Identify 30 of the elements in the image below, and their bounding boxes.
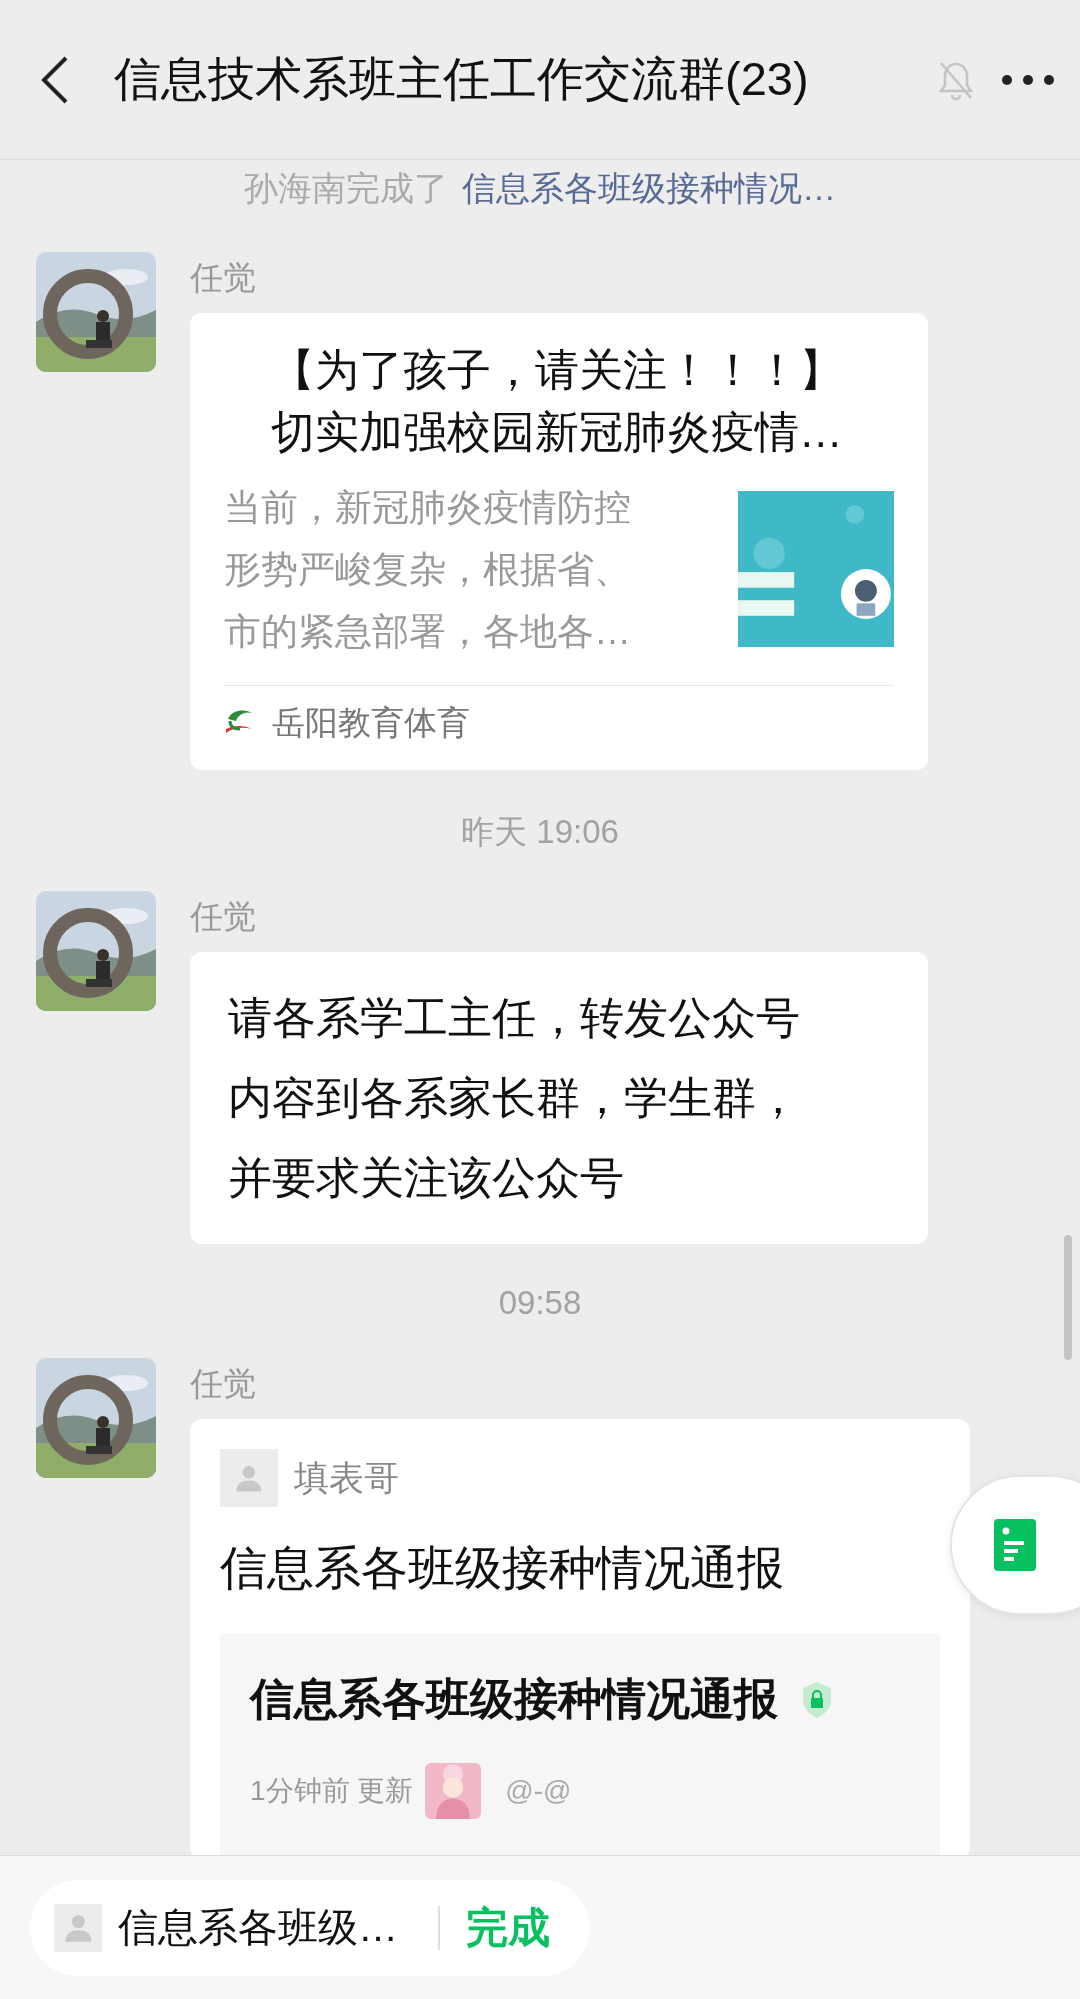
timestamp: 09:58 [498, 1284, 582, 1322]
quote-pill[interactable]: 信息系各班级… 完成 [30, 1879, 590, 1976]
user-name: @-@ [505, 1775, 572, 1807]
sender-name: 任觉 [190, 1364, 256, 1404]
back-icon[interactable] [40, 54, 70, 105]
source-name: 岳阳教育体育 [272, 702, 470, 743]
form-card[interactable]: 填表哥 信息系各班级接种情况通报 信息系各班级接种情况通报 1分钟前 更新 @-@ [190, 1419, 970, 1855]
article-card[interactable]: 【为了孩子，请关注！！！】切实加强校园新冠肺炎疫情… 当前，新冠肺炎疫情防控形势严峻复杂，根据省、市的紧急部署，各地各… 岳阳教育体育 [190, 313, 928, 770]
form-preview[interactable]: 信息系各班级接种情况通报 1分钟前 更新 @-@ [220, 1634, 940, 1855]
person-icon [235, 1464, 263, 1492]
sender-name: 任觉 [190, 258, 256, 298]
article-summary: 当前，新冠肺炎疫情防控形势严峻复杂，根据省、市的紧急部署，各地各… [224, 486, 632, 654]
chat-title: 信息技术系班主任工作交流群(23) [114, 51, 810, 107]
shield-lock-icon [800, 1679, 834, 1720]
timestamp: 昨天 19:06 [461, 812, 619, 852]
message-bubble: 请各系学工主任，转发公众号内容到各系家长群，学生群，并要求关注该公众号 [190, 952, 928, 1244]
document-icon [994, 1519, 1036, 1571]
form-title: 信息系各班级接种情况通报 [220, 1540, 785, 1596]
update-time: 1分钟前 更新 [250, 1774, 414, 1808]
form-preview-title: 信息系各班级接种情况通报 [250, 1673, 778, 1725]
notice-link[interactable]: 信息系各班级接种情况… [462, 166, 836, 212]
notice-text: 孙海南完成了 [244, 168, 448, 209]
quote-text: 信息系各班级… [118, 1904, 398, 1951]
sender-name: 任觉 [190, 897, 256, 937]
author-name: 填表哥 [294, 1456, 399, 1499]
scrollbar[interactable] [1064, 1235, 1072, 1360]
more-icon[interactable] [1000, 72, 1056, 87]
article-title: 【为了孩子，请关注！！！】切实加强校园新冠肺炎疫情… [270, 344, 844, 458]
floating-button[interactable] [950, 1475, 1080, 1615]
person-icon [63, 1913, 93, 1942]
